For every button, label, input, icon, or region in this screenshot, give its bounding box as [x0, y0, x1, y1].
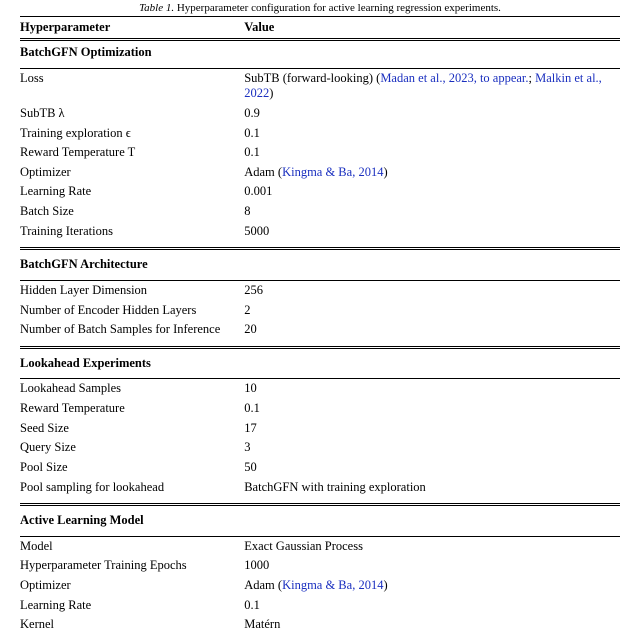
table-row: SubTB λ0.9 — [20, 104, 620, 124]
hyperparameter-value: 8 — [244, 202, 620, 222]
table-row: KernelMatérn — [20, 615, 620, 635]
section-title: Active Learning Model — [20, 505, 620, 533]
hyperparameter-name: Learning Rate — [20, 182, 244, 202]
hyperparameter-name: Number of Encoder Hidden Layers — [20, 301, 244, 321]
citation-link[interactable]: Kingma & Ba, 2014 — [282, 165, 383, 179]
value-text: Adam ( — [244, 578, 282, 592]
table-row: OptimizerAdam (Kingma & Ba, 2014) — [20, 163, 620, 183]
table-row: Number of Batch Samples for Inference20 — [20, 320, 620, 340]
hyperparameter-value: 5000 — [244, 222, 620, 242]
table-row: Training Iterations5000 — [20, 222, 620, 242]
hyperparameter-name: Training exploration ϵ — [20, 124, 244, 144]
table-row: Reward Temperature0.1 — [20, 399, 620, 419]
table-row: Hidden Layer Dimension256 — [20, 280, 620, 300]
hyperparameter-value: 256 — [244, 280, 620, 300]
hyperparameter-value: 20 — [244, 320, 620, 340]
hyperparameter-name: Query Size — [20, 438, 244, 458]
hyperparameter-name: Batch Size — [20, 202, 244, 222]
hyperparameter-value: 0.1 — [244, 399, 620, 419]
hyperparameter-value: 3 — [244, 438, 620, 458]
hyperparameter-value: 50 — [244, 458, 620, 478]
hyperparameter-value: 2 — [244, 301, 620, 321]
hyperparameter-value: 1000 — [244, 556, 620, 576]
table-header-row: Hyperparameter Value — [20, 17, 620, 40]
hyperparameter-name: Hyperparameter Training Epochs — [20, 556, 244, 576]
value-text: ) — [383, 165, 387, 179]
table-row: ModelExact Gaussian Process — [20, 536, 620, 556]
hyperparameter-name: Pool sampling for lookahead — [20, 478, 244, 498]
section-title: Lookahead Experiments — [20, 347, 620, 375]
hyperparameter-name: Pool Size — [20, 458, 244, 478]
table-row: Pool sampling for lookaheadBatchGFN with… — [20, 478, 620, 498]
table-row: Lookahead Samples10 — [20, 379, 620, 399]
table-row: Learning Rate0.1 — [20, 596, 620, 616]
value-text: Adam ( — [244, 165, 282, 179]
table-row: LossSubTB (forward-looking) (Madan et al… — [20, 68, 620, 104]
section-header-row: BatchGFN Architecture — [20, 249, 620, 277]
table-caption-text: Hyperparameter configuration for active … — [177, 2, 501, 14]
hyperparameter-name: Optimizer — [20, 576, 244, 596]
hyperparameter-name: Kernel — [20, 615, 244, 635]
hyperparameter-name: Number of Batch Samples for Inference — [20, 320, 244, 340]
section-title: BatchGFN Optimization — [20, 40, 620, 65]
hyperparameter-value: 0.1 — [244, 143, 620, 163]
hyperparameter-value: Exact Gaussian Process — [244, 536, 620, 556]
section-gap — [20, 241, 620, 249]
hyperparameter-name: Model — [20, 536, 244, 556]
hyperparameter-value: SubTB (forward-looking) (Madan et al., 2… — [244, 68, 620, 104]
section-gap — [20, 340, 620, 348]
hyperparameter-name: Reward Temperature — [20, 399, 244, 419]
table-row: Reward Temperature T0.1 — [20, 143, 620, 163]
section-header-row: Lookahead Experiments — [20, 347, 620, 375]
hyperparameter-name: Hidden Layer Dimension — [20, 280, 244, 300]
section-gap — [20, 497, 620, 505]
hyperparameter-value: 10 — [244, 379, 620, 399]
hyperparameter-value: 0.1 — [244, 596, 620, 616]
hyperparameter-value: 0.001 — [244, 182, 620, 202]
table-caption: Table 1. Hyperparameter configuration fo… — [0, 0, 640, 16]
hyperparameter-name: Learning Rate — [20, 596, 244, 616]
section-header-row: Active Learning Model — [20, 505, 620, 533]
hyperparameter-value: Matérn — [244, 615, 620, 635]
value-text: ) — [269, 86, 273, 100]
hyperparameter-value: 17 — [244, 419, 620, 439]
value-text: ) — [383, 578, 387, 592]
table-row: Seed Size17 — [20, 419, 620, 439]
citation-link[interactable]: Madan et al., 2023, to appear. — [380, 71, 528, 85]
table-row: Training exploration ϵ0.1 — [20, 124, 620, 144]
hyperparameter-value: 0.9 — [244, 104, 620, 124]
hyperparameter-value: BatchGFN with training exploration — [244, 478, 620, 498]
table-caption-label: Table 1. — [139, 2, 174, 14]
column-header-hyperparameter: Hyperparameter — [20, 17, 244, 40]
hyperparameter-name: SubTB λ — [20, 104, 244, 124]
hyperparameter-value: Adam (Kingma & Ba, 2014) — [244, 163, 620, 183]
table-row: Pool Size50 — [20, 458, 620, 478]
section-header-row: BatchGFN Optimization — [20, 40, 620, 65]
section-title: BatchGFN Architecture — [20, 249, 620, 277]
value-text: SubTB (forward-looking) ( — [244, 71, 380, 85]
hyperparameter-name: Optimizer — [20, 163, 244, 183]
hyperparameter-value: 0.1 — [244, 124, 620, 144]
table-row: OptimizerAdam (Kingma & Ba, 2014) — [20, 576, 620, 596]
hyperparameter-value: Adam (Kingma & Ba, 2014) — [244, 576, 620, 596]
table-row: Query Size3 — [20, 438, 620, 458]
hyperparameter-name: Lookahead Samples — [20, 379, 244, 399]
table-row: Batch Size8 — [20, 202, 620, 222]
table-row: Hyperparameter Training Epochs1000 — [20, 556, 620, 576]
hyperparameter-name: Training Iterations — [20, 222, 244, 242]
table-row: Learning Rate0.001 — [20, 182, 620, 202]
table-row: Number of Encoder Hidden Layers2 — [20, 301, 620, 321]
hyperparameter-table: Hyperparameter Value BatchGFN Optimizati… — [20, 16, 620, 635]
hyperparameter-name: Loss — [20, 68, 244, 104]
citation-link[interactable]: Kingma & Ba, 2014 — [282, 578, 383, 592]
column-header-value: Value — [244, 17, 620, 40]
hyperparameter-name: Reward Temperature T — [20, 143, 244, 163]
hyperparameter-name: Seed Size — [20, 419, 244, 439]
